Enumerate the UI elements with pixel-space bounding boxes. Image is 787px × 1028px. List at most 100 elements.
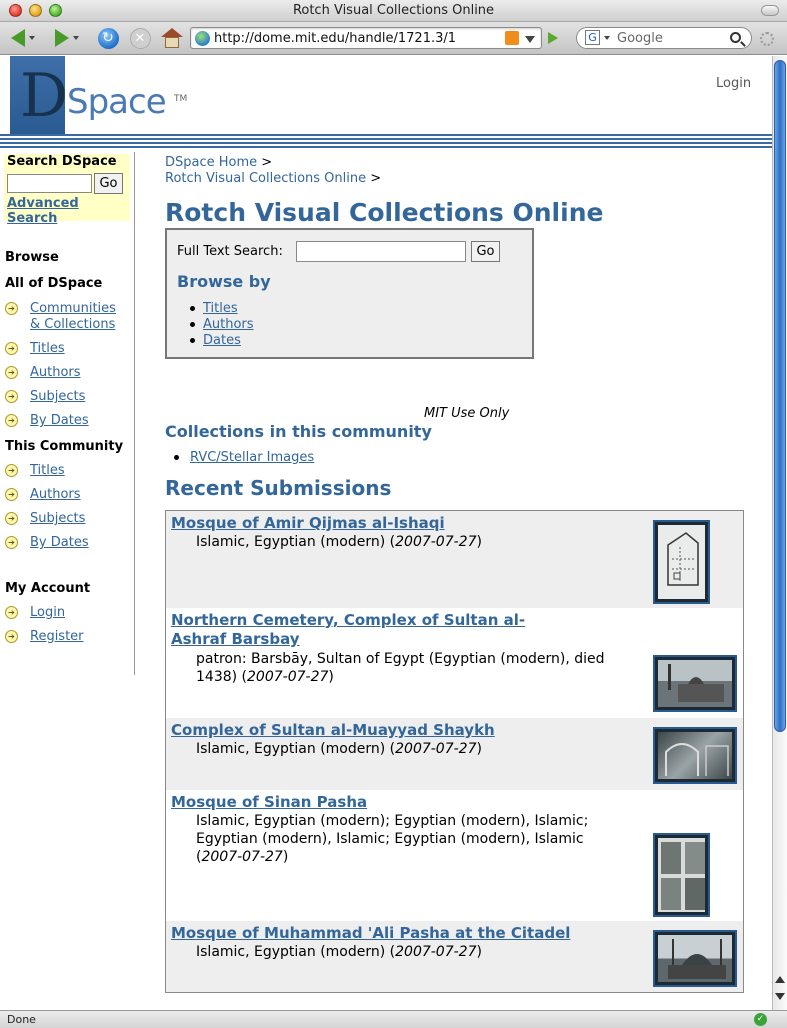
community-item-titles[interactable]: ➔ Titles [5,463,65,479]
search-icon[interactable] [730,32,741,43]
this-community-heading: This Community [5,439,124,454]
browse-authors-link[interactable]: Authors [203,317,254,332]
table-row: Mosque of Sinan Pasha Islamic, Egyptian … [166,790,743,921]
address-dropdown-icon[interactable] [525,36,535,43]
home-icon [161,28,183,48]
logo-trademark: TM [174,94,188,104]
breadcrumb-home-link[interactable]: DSpace Home [165,155,257,170]
account-link-login[interactable]: Login [30,605,65,621]
browser-toolbar: ↻ ✕ http://dome.mit.edu/handle/1721.3/1 … [0,22,787,55]
browse-by-list: Titles Authors Dates [177,300,254,348]
sidebar-item-titles[interactable]: ➔ Titles [5,341,65,357]
sidebar-link-subjects[interactable]: Subjects [30,389,85,405]
back-history-dropdown-icon[interactable] [29,36,35,40]
account-item-register[interactable]: ➔ Register [5,629,84,645]
google-engine-icon[interactable]: G [585,30,600,45]
sidebar-link-authors[interactable]: Authors [30,365,81,381]
rss-feed-icon[interactable] [505,31,519,45]
sidebar-go-button[interactable]: Go [94,173,123,194]
submission-title-link[interactable]: Northern Cemetery, Complex of Sultan al-… [171,611,571,649]
submission-thumbnail[interactable] [653,655,737,712]
scroll-down-arrow-icon[interactable] [775,993,785,1000]
community-link-by-dates[interactable]: By Dates [30,535,89,551]
browse-dates-link[interactable]: Dates [203,333,241,348]
community-link-subjects[interactable]: Subjects [30,511,85,527]
page-title: Rotch Visual Collections Online [165,198,604,227]
back-button[interactable] [6,27,40,49]
list-item: Titles [177,300,254,316]
sidebar-item-communities[interactable]: ➔ Communities & Collections [5,301,116,333]
scrollbar-thumb[interactable] [774,60,786,732]
community-link-titles[interactable]: Titles [30,463,65,479]
arrow-bullet-icon: ➔ [5,464,18,477]
table-row: Mosque of Amir Qijmas al-Ishaqi Islamic,… [166,511,743,608]
community-item-by-dates[interactable]: ➔ By Dates [5,535,89,551]
arrow-bullet-icon: ➔ [5,630,18,643]
header-login-link[interactable]: Login [716,76,751,91]
browse-titles-link[interactable]: Titles [203,301,238,316]
submission-thumbnail[interactable] [653,520,710,604]
breadcrumb-separator: > [261,155,273,170]
stop-button[interactable]: ✕ [128,27,152,49]
submission-thumbnail[interactable] [653,930,737,987]
forward-button[interactable] [50,27,84,49]
list-item: RVC/Stellar Images [174,450,314,465]
full-text-search-input[interactable] [296,241,466,262]
full-text-search-label: Full Text Search: [177,244,283,259]
arrow-bullet-icon: ➔ [5,390,18,403]
submission-date: 2007-07-27 [395,534,477,550]
sidebar-search-box: Search DSpace Go Advanced Search [4,154,130,226]
address-bar[interactable]: http://dome.mit.edu/handle/1721.3/1 [190,27,542,49]
submission-title-link[interactable]: Mosque of Amir Qijmas al-Ishaqi [171,514,591,533]
submission-title-link[interactable]: Mosque of Sinan Pasha [171,793,591,812]
sidebar-search-input[interactable] [7,174,92,193]
browser-search-field[interactable]: G Google [576,27,752,49]
logo-wordmark[interactable]: Space [67,82,167,122]
vertical-scrollbar[interactable] [772,56,787,1010]
sidebar-item-authors[interactable]: ➔ Authors [5,365,81,381]
scroll-up-arrow-icon[interactable] [775,976,785,983]
forward-history-dropdown-icon[interactable] [73,36,79,40]
reload-button[interactable]: ↻ [96,27,120,49]
sidebar-link-by-dates[interactable]: By Dates [30,413,89,429]
sidebar-link-communities[interactable]: Communities [30,301,116,317]
submission-date: 2007-07-27 [395,944,477,960]
account-link-register[interactable]: Register [30,629,84,645]
home-button[interactable] [160,27,184,49]
submission-date: 2007-07-27 [201,849,283,865]
sidebar-link-collections[interactable]: & Collections [30,317,116,333]
submission-date: 2007-07-27 [247,669,329,685]
sidebar-item-subjects[interactable]: ➔ Subjects [5,389,85,405]
advanced-search-link[interactable]: Advanced Search [7,196,130,226]
browse-heading: Browse [5,250,59,265]
submission-thumbnail[interactable] [653,833,710,917]
community-link-authors[interactable]: Authors [30,487,81,503]
dspace-logo-box[interactable]: D [10,56,69,134]
breadcrumb-home[interactable]: DSpace Home > [165,155,272,170]
collection-link-rvc-stellar[interactable]: RVC/Stellar Images [190,450,314,465]
submission-thumbnail[interactable] [653,727,737,784]
account-item-login[interactable]: ➔ Login [5,605,65,621]
community-item-subjects[interactable]: ➔ Subjects [5,511,85,527]
breadcrumb-community[interactable]: Rotch Visual Collections Online > [165,171,381,186]
status-bar: Done ✓ [0,1010,787,1028]
full-text-go-button[interactable]: Go [471,241,500,262]
breadcrumb-community-link[interactable]: Rotch Visual Collections Online [165,171,366,186]
submission-date: 2007-07-27 [395,741,477,757]
submission-title-link[interactable]: Complex of Sultan al-Muayyad Shaykh [171,721,591,740]
breadcrumb-separator: > [370,171,382,186]
community-item-authors[interactable]: ➔ Authors [5,487,81,503]
submission-title-link[interactable]: Mosque of Muhammad 'Ali Pasha at the Cit… [171,924,591,943]
toolbar-toggle-button[interactable] [761,5,779,16]
search-engine-dropdown-icon[interactable] [604,36,610,40]
page-viewport: D Space TM Login Search DSpace Go Advanc… [0,56,772,1010]
submission-description: Islamic, Egyptian (modern) (2007-07-27) [196,534,482,550]
sidebar-divider [134,152,135,675]
go-arrow-icon[interactable] [548,32,558,44]
logo-letter-d: D [20,61,69,131]
sidebar-item-by-dates[interactable]: ➔ By Dates [5,413,89,429]
recent-submissions-table: Mosque of Amir Qijmas al-Ishaqi Islamic,… [165,510,744,993]
address-url[interactable]: http://dome.mit.edu/handle/1721.3/1 [214,31,456,46]
arrow-bullet-icon: ➔ [5,414,18,427]
sidebar-link-titles[interactable]: Titles [30,341,65,357]
